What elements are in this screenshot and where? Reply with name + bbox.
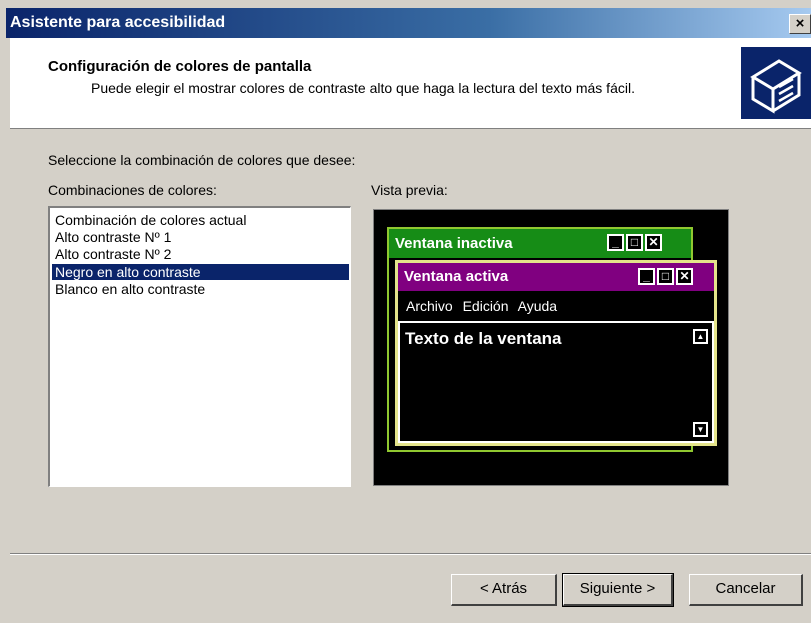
close-icon: ✕ — [645, 234, 662, 251]
preview-window-text: Texto de la ventana — [405, 329, 562, 348]
inactive-title-bar: Ventana inactiva _ □ ✕ — [389, 229, 691, 258]
minimize-icon: _ — [638, 268, 655, 285]
back-button[interactable]: < Atrás — [451, 574, 557, 606]
schemes-label: Combinaciones de colores: — [48, 182, 217, 198]
inactive-caption-buttons: _ □ ✕ — [605, 234, 662, 251]
title-bar[interactable]: Asistente para accesibilidad × — [6, 8, 811, 38]
scroll-up-icon: ▲ — [693, 329, 708, 344]
color-scheme-listbox[interactable]: Combinación de colores actual Alto contr… — [48, 206, 351, 487]
list-item[interactable]: Alto contraste Nº 1 — [52, 229, 349, 245]
close-button[interactable]: × — [789, 14, 811, 34]
menu-item-archivo: Archivo — [406, 298, 453, 314]
minimize-icon: _ — [607, 234, 624, 251]
maximize-icon: □ — [626, 234, 643, 251]
cancel-button[interactable]: Cancelar — [689, 574, 803, 606]
close-icon: × — [795, 15, 805, 32]
active-window-title: Ventana activa — [404, 268, 509, 285]
active-title-bar: Ventana activa _ □ ✕ — [398, 263, 714, 291]
menu-item-edicion: Edición — [462, 298, 509, 314]
next-button[interactable]: Siguiente > — [562, 573, 674, 607]
scroll-down-icon: ▼ — [693, 422, 708, 437]
scheme-prompt: Seleccione la combinación de colores que… — [48, 152, 356, 168]
list-item[interactable]: Blanco en alto contraste — [52, 281, 349, 297]
preview-label: Vista previa: — [371, 182, 448, 198]
menu-item-ayuda: Ayuda — [517, 298, 558, 314]
active-caption-buttons: _ □ ✕ — [636, 268, 693, 285]
list-item[interactable]: Combinación de colores actual — [52, 212, 349, 228]
maximize-icon: □ — [657, 268, 674, 285]
preview-window-text-area: Texto de la ventana ▲ ▼ — [398, 321, 714, 443]
scheme-preview: Ventana inactiva _ □ ✕ Ventana activa _ … — [373, 209, 729, 486]
list-item-selected[interactable]: Negro en alto contraste — [52, 264, 349, 280]
page-subtitle: Puede elegir el mostrar colores de contr… — [91, 80, 635, 96]
button-separator — [10, 553, 811, 555]
preview-menu-bar: Archivo Edición Ayuda — [406, 298, 563, 314]
accessibility-wizard-icon — [741, 47, 811, 119]
list-item[interactable]: Alto contraste Nº 2 — [52, 246, 349, 262]
inactive-window-title: Ventana inactiva — [395, 235, 513, 252]
window-title: Asistente para accesibilidad — [10, 14, 226, 31]
wizard-header: Configuración de colores de pantalla Pue… — [10, 38, 811, 129]
page-title: Configuración de colores de pantalla — [48, 58, 312, 75]
accessibility-wizard-dialog: Asistente para accesibilidad × Configura… — [0, 0, 811, 623]
preview-active-window: Ventana activa _ □ ✕ Archivo Edición Ayu… — [395, 260, 717, 446]
close-icon: ✕ — [676, 268, 693, 285]
